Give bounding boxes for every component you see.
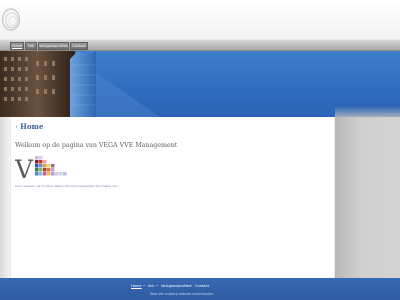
footer-link-link[interactable]: link <box>148 284 154 288</box>
nav-item-link[interactable]: link <box>25 42 37 50</box>
left-margin <box>0 117 10 278</box>
vega-logo-icon: V <box>14 155 70 184</box>
intro-text: Deze website zal worden aangevuld met be… <box>15 184 120 188</box>
breadcrumb: › Home <box>15 122 43 131</box>
footer-separator: • <box>190 284 193 288</box>
nav-item-contact[interactable]: Contact <box>70 42 88 50</box>
breadcrumb-label[interactable]: Home <box>20 122 43 131</box>
svg-text:V: V <box>15 155 34 180</box>
site-logo-icon[interactable] <box>2 8 20 31</box>
page-header <box>0 0 400 39</box>
breadcrumb-arrow-icon: › <box>15 123 18 131</box>
nav-item-home[interactable]: Home <box>10 42 24 50</box>
nav-item-vastgoedprofiles[interactable]: Vastgoedprofiles <box>38 42 69 50</box>
page-title: Welkom op de pagina van VEGA VVE Managem… <box>15 142 178 149</box>
right-sidebar <box>335 117 400 278</box>
footer-separator: • <box>156 284 159 288</box>
footer-note: Web site ontwerp website onderhouden <box>150 292 214 296</box>
footer-link-vastgoedprofiles[interactable]: Vastgoedprofiles <box>161 284 191 288</box>
footer-separator: • <box>143 284 146 288</box>
footer-link-contact[interactable]: Contact <box>195 284 209 288</box>
footer-link-home[interactable]: Home <box>131 284 142 288</box>
main-navigation: Home link Vastgoedprofiles Contact <box>0 39 400 51</box>
page-footer <box>0 278 400 300</box>
